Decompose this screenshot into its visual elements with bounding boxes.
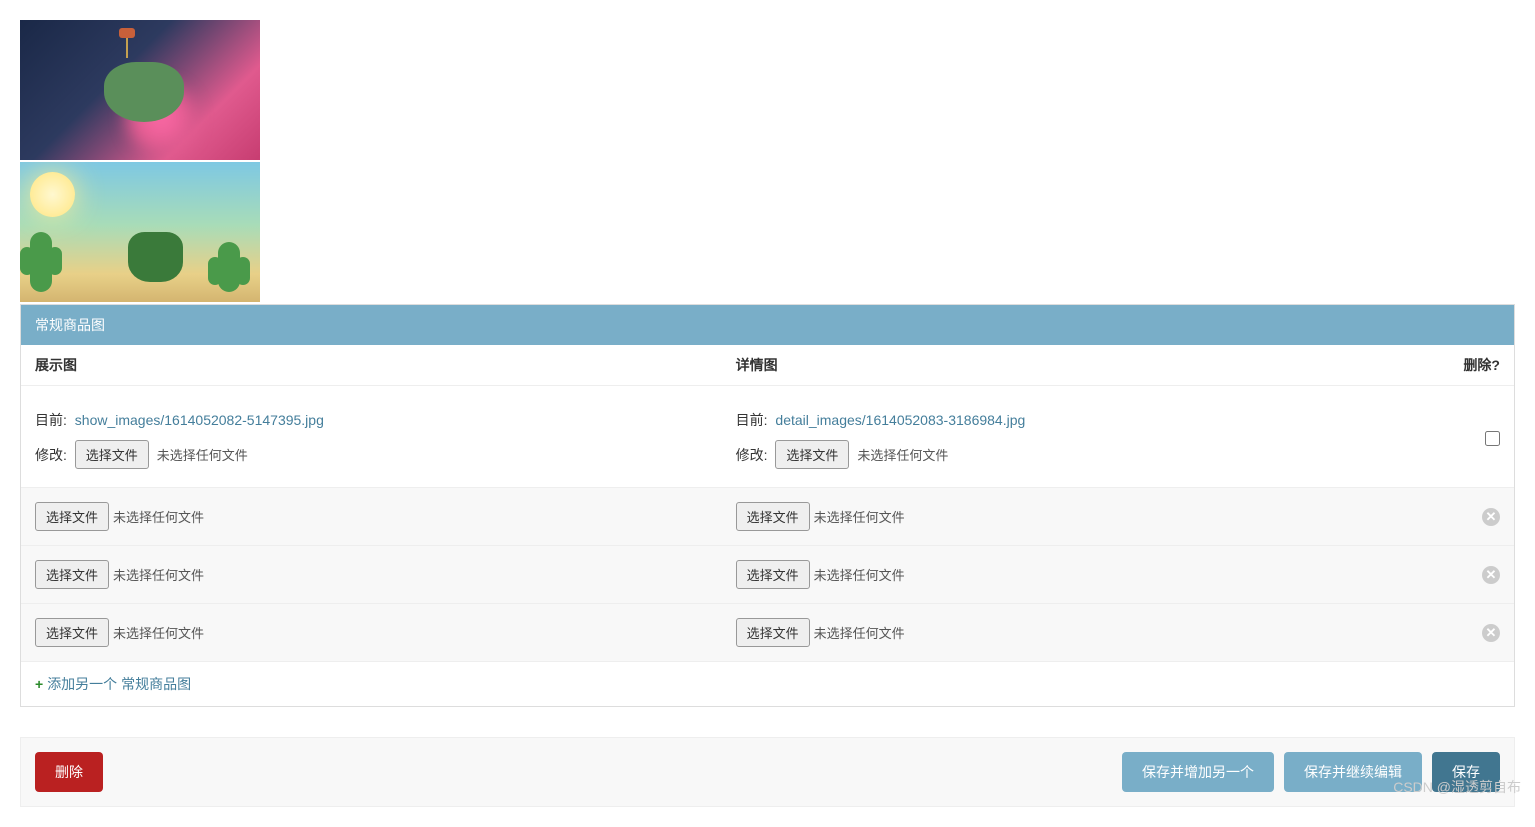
file-status: 未选择任何文件 [157, 448, 248, 463]
add-another-link[interactable]: +添加另一个 常规商品图 [35, 676, 191, 692]
column-header-detail: 详情图 [722, 345, 1424, 386]
show-image-link[interactable]: show_images/1614052082-5147395.jpg [75, 412, 324, 428]
current-label: 目前: [736, 412, 768, 428]
file-status: 未选择任何文件 [857, 448, 948, 463]
choose-file-button[interactable]: 选择文件 [775, 440, 849, 469]
change-label: 修改: [35, 447, 67, 463]
file-status: 未选择任何文件 [814, 626, 905, 641]
inline-row-empty: 选择文件未选择任何文件选择文件未选择任何文件✕ [21, 488, 1514, 546]
choose-file-button[interactable]: 选择文件 [35, 618, 109, 647]
file-status: 未选择任何文件 [113, 626, 204, 641]
choose-file-button[interactable]: 选择文件 [736, 560, 810, 589]
thumbnail-image-2 [20, 162, 260, 302]
delete-button[interactable]: 删除 [35, 752, 103, 792]
inline-row-existing: 目前: show_images/1614052082-5147395.jpg 修… [21, 386, 1514, 488]
watermark: CSDN @湿透剪自布 [1393, 777, 1521, 797]
remove-row-icon[interactable]: ✕ [1482, 508, 1500, 526]
file-status: 未选择任何文件 [113, 510, 204, 525]
file-status: 未选择任何文件 [814, 568, 905, 583]
thumbnail-image-1 [20, 20, 260, 160]
change-label: 修改: [736, 447, 768, 463]
add-another-text: 添加另一个 常规商品图 [47, 676, 191, 692]
save-add-another-button[interactable]: 保存并增加另一个 [1122, 752, 1274, 792]
delete-checkbox[interactable] [1485, 431, 1500, 446]
choose-file-button[interactable]: 选择文件 [736, 502, 810, 531]
choose-file-button[interactable]: 选择文件 [75, 440, 149, 469]
remove-row-icon[interactable]: ✕ [1482, 624, 1500, 642]
inline-row-empty: 选择文件未选择任何文件选择文件未选择任何文件✕ [21, 546, 1514, 604]
remove-row-icon[interactable]: ✕ [1482, 566, 1500, 584]
column-header-delete: 删除? [1424, 345, 1514, 386]
inline-section: 常规商品图 展示图 详情图 删除? 目前: show_images/161405… [20, 304, 1515, 707]
column-header-show: 展示图 [21, 345, 722, 386]
file-status: 未选择任何文件 [113, 568, 204, 583]
section-header: 常规商品图 [21, 305, 1514, 345]
file-status: 未选择任何文件 [814, 510, 905, 525]
plus-icon: + [35, 676, 43, 692]
detail-image-link[interactable]: detail_images/1614052083-3186984.jpg [775, 412, 1025, 428]
choose-file-button[interactable]: 选择文件 [736, 618, 810, 647]
current-label: 目前: [35, 412, 67, 428]
inline-row-empty: 选择文件未选择任何文件选择文件未选择任何文件✕ [21, 604, 1514, 662]
choose-file-button[interactable]: 选择文件 [35, 502, 109, 531]
choose-file-button[interactable]: 选择文件 [35, 560, 109, 589]
submit-row: 删除 保存并增加另一个 保存并继续编辑 保存 [20, 737, 1515, 807]
